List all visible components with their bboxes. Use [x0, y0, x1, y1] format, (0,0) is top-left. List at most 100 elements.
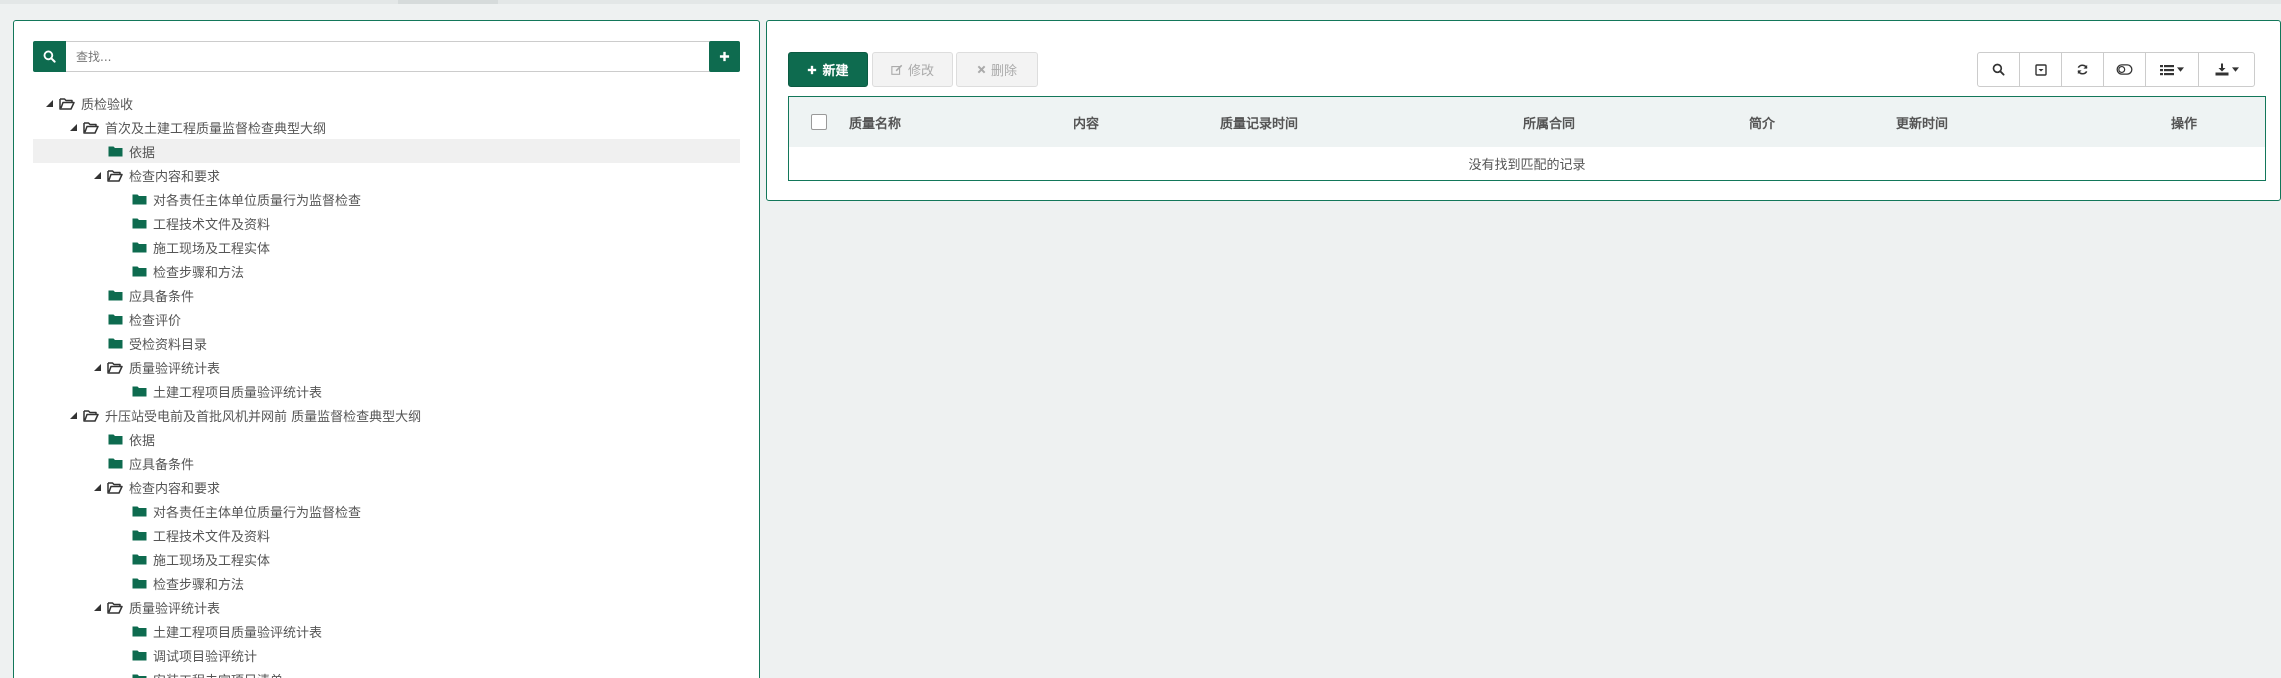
plus-icon	[719, 51, 730, 62]
folder-icon	[131, 643, 147, 667]
folder-icon	[131, 379, 147, 403]
refresh-icon	[2077, 64, 2088, 75]
column-header-content[interactable]: 内容	[1073, 97, 1220, 147]
expand-caret-icon[interactable]	[43, 91, 55, 115]
tree-node[interactable]: 安装工程未完项目清单	[33, 667, 755, 678]
tree-node[interactable]: 检查步骤和方法	[33, 571, 755, 595]
tree-node[interactable]: 检查评价	[33, 307, 755, 331]
tree-caret-spacer	[115, 643, 127, 667]
tree-node[interactable]: 施工现场及工程实体	[33, 235, 755, 259]
tree-node[interactable]: 应具备条件	[33, 283, 755, 307]
tree-caret-spacer	[91, 307, 103, 331]
toggle-icon	[2116, 64, 2133, 75]
tree-node-label: 检查内容和要求	[129, 481, 221, 497]
select-all-cell	[789, 97, 849, 147]
tree-node-label: 受检资料目录	[129, 337, 208, 353]
tree-node-label: 检查评价	[129, 313, 182, 329]
expand-caret-icon[interactable]	[67, 115, 79, 139]
folder-icon	[107, 427, 123, 451]
expand-caret-icon[interactable]	[91, 355, 103, 379]
tree-node[interactable]: 工程技术文件及资料	[33, 211, 755, 235]
column-header-updated-time[interactable]: 更新时间	[1896, 97, 2171, 147]
caret-down-icon	[2231, 67, 2239, 72]
tree-node[interactable]: 土建工程项目质量验评统计表	[33, 379, 755, 403]
tree-node[interactable]: 首次及土建工程质量监督检查典型大纲	[33, 115, 755, 139]
table-search-button[interactable]	[1978, 53, 2020, 86]
columns-dropdown-button[interactable]	[2146, 53, 2199, 86]
refresh-button[interactable]	[2062, 53, 2104, 86]
tree-node[interactable]: 升压站受电前及首批风机并网前 质量监督检查典型大纲	[33, 403, 755, 427]
folder-icon	[107, 331, 123, 355]
delete-button[interactable]: 删除	[956, 52, 1038, 87]
expand-caret-icon[interactable]	[91, 475, 103, 499]
folder-open-icon	[83, 403, 99, 427]
column-header-contract[interactable]: 所属合同	[1523, 97, 1749, 147]
tree-search-bar	[33, 41, 740, 72]
folder-open-icon	[83, 115, 99, 139]
column-header-record-time[interactable]: 质量记录时间	[1220, 97, 1523, 147]
expand-caret-icon[interactable]	[67, 403, 79, 427]
tree-search-input[interactable]	[66, 41, 723, 72]
plus-icon	[808, 65, 817, 74]
tree-node[interactable]: 依据	[33, 427, 755, 451]
add-node-button[interactable]	[709, 41, 740, 72]
folder-icon	[131, 211, 147, 235]
collapse-icon	[2034, 63, 2047, 76]
tree-node[interactable]: 质检验收	[33, 91, 755, 115]
column-header-name[interactable]: 质量名称	[849, 97, 1073, 147]
toggle-pagination-button[interactable]	[2020, 53, 2062, 86]
tree-node[interactable]: 对各责任主体单位质量行为监督检查	[33, 187, 755, 211]
tree-node-label: 调试项目验评统计	[153, 649, 258, 665]
tree-node-label: 土建工程项目质量验评统计表	[153, 385, 323, 401]
search-icon	[1992, 63, 2005, 76]
expand-caret-icon[interactable]	[91, 595, 103, 619]
tree-node[interactable]: 调试项目验评统计	[33, 643, 755, 667]
tree-node[interactable]: 质量验评统计表	[33, 355, 755, 379]
folder-icon	[131, 619, 147, 643]
select-all-checkbox[interactable]	[811, 114, 827, 130]
tree-node[interactable]: 检查内容和要求	[33, 475, 755, 499]
folder-icon	[131, 571, 147, 595]
column-header-actions: 操作	[2171, 116, 2198, 132]
tree-node[interactable]: 质量验评统计表	[33, 595, 755, 619]
tree-caret-spacer	[115, 259, 127, 283]
folder-icon	[131, 187, 147, 211]
folder-open-icon	[107, 355, 123, 379]
tree-node[interactable]: 工程技术文件及资料	[33, 523, 755, 547]
folder-icon	[107, 139, 123, 163]
tree-node[interactable]: 依据	[33, 139, 740, 163]
download-icon	[2215, 63, 2228, 76]
tree-node-label: 升压站受电前及首批风机并网前 质量监督检查典型大纲	[105, 409, 422, 425]
tree-node-label: 依据	[129, 145, 156, 161]
new-button[interactable]: 新建	[788, 52, 868, 87]
tree-node[interactable]: 检查内容和要求	[33, 163, 755, 187]
expand-caret-icon[interactable]	[91, 163, 103, 187]
tree-node-label: 施工现场及工程实体	[153, 241, 271, 257]
close-icon	[977, 65, 986, 74]
top-tab-hint	[398, 0, 498, 4]
tree-caret-spacer	[115, 667, 127, 678]
edit-button[interactable]: 修改	[872, 52, 953, 87]
toggle-view-button[interactable]	[2104, 53, 2146, 86]
delete-button-label: 删除	[990, 64, 1017, 79]
tree-node[interactable]: 施工现场及工程实体	[33, 547, 755, 571]
caret-down-icon	[2177, 67, 2184, 72]
tree-caret-spacer	[115, 499, 127, 523]
tree-caret-spacer	[115, 211, 127, 235]
tree-node-label: 施工现场及工程实体	[153, 553, 271, 569]
tree-caret-spacer	[115, 187, 127, 211]
folder-open-icon	[107, 595, 123, 619]
search-button[interactable]	[33, 41, 66, 72]
edit-button-label: 修改	[907, 64, 934, 79]
tree-node[interactable]: 应具备条件	[33, 451, 755, 475]
tree-node[interactable]: 对各责任主体单位质量行为监督检查	[33, 499, 755, 523]
tree-node[interactable]: 受检资料目录	[33, 331, 755, 355]
tree-node[interactable]: 检查步骤和方法	[33, 259, 755, 283]
column-header-summary[interactable]: 简介	[1749, 97, 1896, 147]
tree-node[interactable]: 土建工程项目质量验评统计表	[33, 619, 755, 643]
records-panel: 新建 修改 删除 质量名称 内容 质量记录时间 所属合同 简介 更新时间 操作 …	[766, 20, 2281, 201]
folder-open-icon	[107, 163, 123, 187]
folder-icon	[107, 283, 123, 307]
tree-caret-spacer	[91, 283, 103, 307]
export-dropdown-button[interactable]	[2199, 53, 2254, 86]
